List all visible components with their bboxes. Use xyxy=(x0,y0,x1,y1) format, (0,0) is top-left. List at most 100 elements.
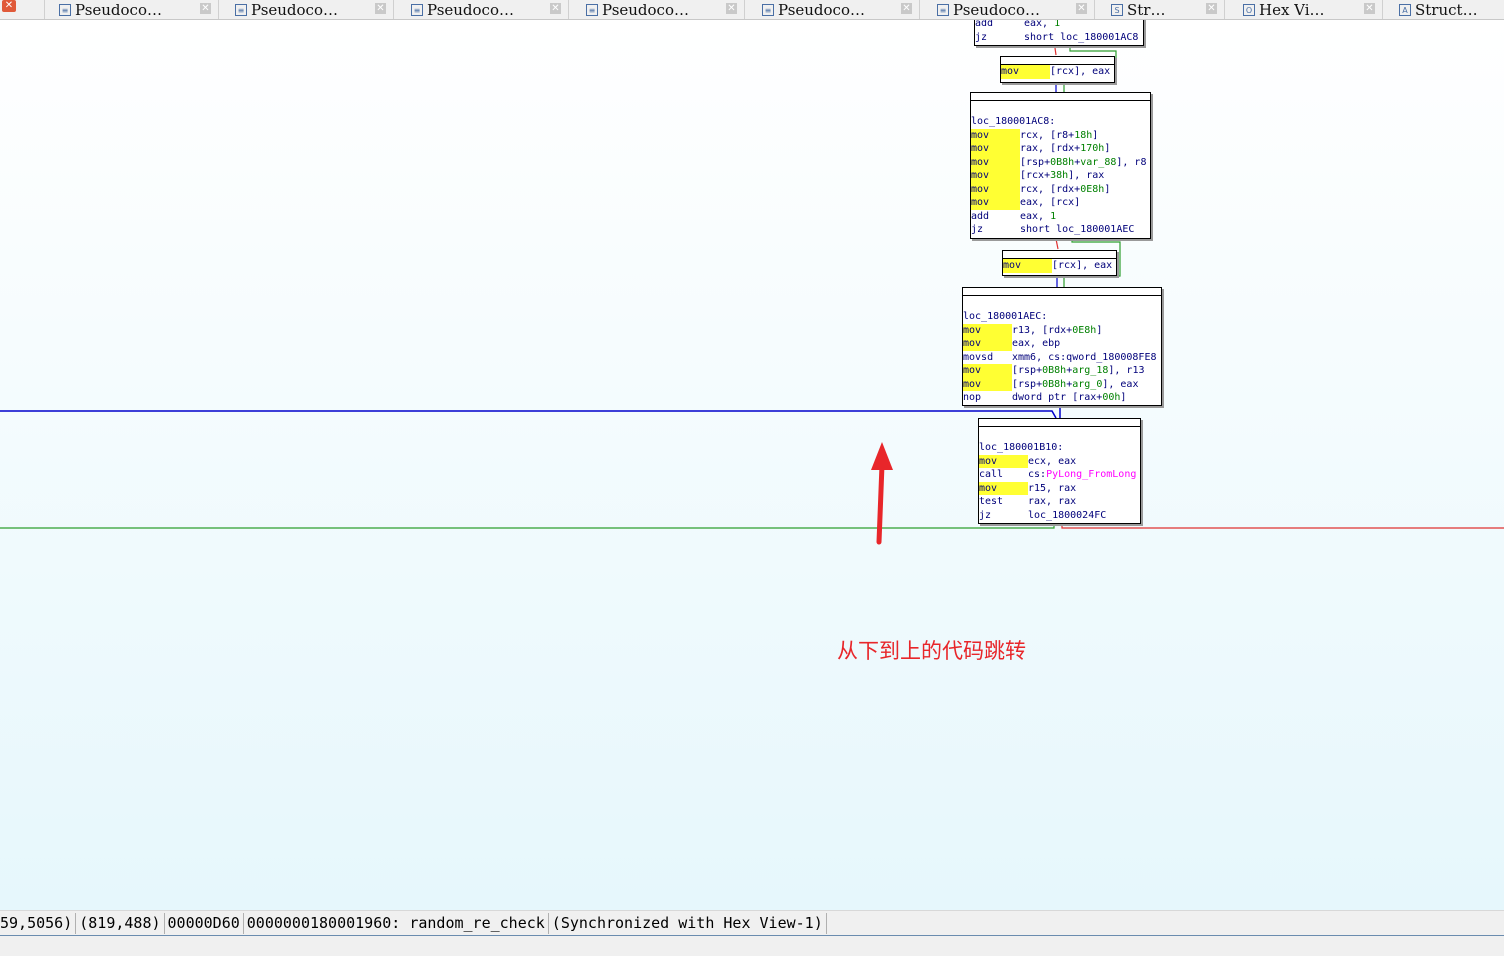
mnemonic[interactable]: mov xyxy=(963,323,1012,337)
instruction-line[interactable]: call cs:PyLong_FromLong xyxy=(979,468,1140,482)
operand[interactable]: r15, rax xyxy=(1028,483,1076,494)
tab-close-icon[interactable]: ✕ xyxy=(375,3,386,14)
code-block-node[interactable]: loc_180001B10: mov ecx, eax call cs:PyLong_F… xyxy=(978,418,1141,524)
tab-hex-view[interactable]: O Hex Vi… ✕ xyxy=(1224,0,1383,19)
operand[interactable]: ], rax xyxy=(1068,170,1104,181)
operand[interactable]: dword ptr [rax+ xyxy=(1012,392,1102,403)
code-block-node[interactable]: mov [rcx], eax xyxy=(1002,250,1117,276)
operand[interactable]: eax, ebp xyxy=(1012,338,1060,349)
label-text[interactable]: loc_180001B10: xyxy=(979,442,1063,453)
operand[interactable]: 0B8h xyxy=(1042,365,1066,376)
operand[interactable]: ] xyxy=(1104,143,1110,154)
instruction-line[interactable]: movsd xmm6, cs:qword_180008FE8 xyxy=(963,351,1161,365)
tab-pseudocode-5[interactable]: ≡ Pseudoco… ✕ xyxy=(744,0,920,19)
mnemonic[interactable]: mov xyxy=(963,377,1012,391)
operand[interactable]: 00h xyxy=(1102,392,1120,403)
instruction-line[interactable]: mov rax, [rdx+170h] xyxy=(971,142,1150,156)
tab-pseudocode-3[interactable]: ≡ Pseudoco… ✕ xyxy=(393,0,569,19)
operand[interactable]: [rcx], eax xyxy=(1052,260,1112,271)
mnemonic[interactable]: mov xyxy=(971,196,1020,210)
instruction-line[interactable]: mov [rsp+0B8h+arg_0], eax xyxy=(963,377,1161,391)
instruction-line[interactable]: jz loc_1800024FC xyxy=(979,509,1140,523)
code-block-node[interactable]: loc_180001AEC: mov r13, [rdx+0E8h] mov eax, … xyxy=(962,287,1162,406)
mnemonic[interactable]: mov xyxy=(979,454,1028,468)
operand[interactable]: eax, xyxy=(1024,20,1054,29)
instruction-line[interactable]: mov [rcx], eax xyxy=(1003,259,1116,273)
operand[interactable]: xmm6, cs:qword_180008FE8 xyxy=(1012,352,1157,363)
operand[interactable]: 0E8h xyxy=(1072,325,1096,336)
mnemonic[interactable]: mov xyxy=(1003,259,1052,273)
tab-pseudocode-4[interactable]: ≡ Pseudoco… ✕ xyxy=(568,0,745,19)
mnemonic[interactable]: movsd xyxy=(963,351,1012,365)
tab-close-icon[interactable]: ✕ xyxy=(1364,3,1375,14)
operand[interactable]: ] xyxy=(1104,184,1110,195)
code-label[interactable]: loc_180001AC8: xyxy=(971,115,1150,129)
operand[interactable]: eax, xyxy=(1020,211,1050,222)
mnemonic[interactable]: mov xyxy=(963,364,1012,378)
operand[interactable]: [rcx], eax xyxy=(1050,66,1110,77)
operand[interactable]: ] xyxy=(1096,325,1102,336)
operand[interactable]: cs: xyxy=(1028,469,1046,480)
operand[interactable]: 38h xyxy=(1050,170,1068,181)
tab-pseudocode-1[interactable]: ≡ Pseudoco… ✕ xyxy=(44,0,219,19)
instruction-line[interactable]: mov [rsp+0B8h+var_88], r8 xyxy=(971,155,1150,169)
code-block-node[interactable]: loc_180001AC8: mov rcx, [r8+18h] mov rax, [r… xyxy=(970,92,1151,239)
instruction-line[interactable]: add eax, 1 xyxy=(975,20,1143,31)
instruction-line[interactable]: mov [rcx+38h], rax xyxy=(971,169,1150,183)
mnemonic[interactable]: jz xyxy=(979,509,1028,523)
mnemonic[interactable]: mov xyxy=(971,128,1020,142)
mnemonic[interactable]: call xyxy=(979,468,1028,482)
operand[interactable]: ecx, eax xyxy=(1028,456,1076,467)
mnemonic[interactable]: add xyxy=(975,20,1024,31)
mnemonic[interactable]: mov xyxy=(971,182,1020,196)
code-label[interactable]: loc_180001AEC: xyxy=(963,310,1161,324)
instruction-line[interactable]: mov [rsp+0B8h+arg_18], r13 xyxy=(963,364,1161,378)
instruction-line[interactable]: test rax, rax xyxy=(979,495,1140,509)
instruction-line[interactable]: mov ecx, eax xyxy=(979,454,1140,468)
mnemonic[interactable]: jz xyxy=(971,223,1020,237)
label-text[interactable]: loc_180001AC8: xyxy=(971,116,1055,127)
operand[interactable]: rcx, [rdx+ xyxy=(1020,184,1080,195)
mnemonic[interactable]: mov xyxy=(971,169,1020,183)
instruction-line[interactable]: jz short loc_180001AEC xyxy=(971,223,1150,237)
operand[interactable]: 18h xyxy=(1074,130,1092,141)
operand[interactable]: ] xyxy=(1120,392,1126,403)
instruction-line[interactable]: mov eax, ebp xyxy=(963,337,1161,351)
tab-close-icon[interactable]: ✕ xyxy=(901,3,912,14)
operand[interactable]: PyLong_FromLong xyxy=(1046,469,1136,480)
instruction-line[interactable]: mov rcx, [r8+18h] xyxy=(971,128,1150,142)
tab-close-icon[interactable]: ✕ xyxy=(726,3,737,14)
tab-close-icon[interactable]: ✕ xyxy=(200,3,211,14)
operand[interactable]: ] xyxy=(1092,130,1098,141)
close-icon[interactable]: ✕ xyxy=(2,0,16,12)
operand[interactable]: arg_18 xyxy=(1072,365,1108,376)
operand[interactable]: [rsp+ xyxy=(1012,365,1042,376)
operand[interactable]: [rsp+ xyxy=(1012,379,1042,390)
operand[interactable]: rcx, [r8+ xyxy=(1020,130,1074,141)
operand[interactable]: short loc_180001AC8 xyxy=(1024,32,1138,43)
mnemonic[interactable]: mov xyxy=(1001,65,1050,79)
operand[interactable]: ], r8 xyxy=(1116,157,1146,168)
operand[interactable]: short loc_180001AEC xyxy=(1020,224,1134,235)
code-label[interactable]: loc_180001B10: xyxy=(979,441,1140,455)
instruction-line[interactable]: mov eax, [rcx] xyxy=(971,196,1150,210)
operand[interactable]: eax, [rcx] xyxy=(1020,197,1080,208)
tab-close-icon[interactable]: ✕ xyxy=(1206,3,1217,14)
operand[interactable]: loc_1800024FC xyxy=(1028,510,1106,521)
operand[interactable]: 170h xyxy=(1080,143,1104,154)
instruction-line[interactable]: jz short loc_180001AC8 xyxy=(975,31,1143,45)
tab-close-icon[interactable]: ✕ xyxy=(1076,3,1087,14)
mnemonic[interactable]: nop xyxy=(963,391,1012,405)
tab-strings[interactable]: S Str… ✕ xyxy=(1094,0,1225,19)
instruction-line[interactable]: mov r15, rax xyxy=(979,481,1140,495)
operand[interactable]: var_88 xyxy=(1080,157,1116,168)
operand[interactable]: 0E8h xyxy=(1080,184,1104,195)
operand[interactable]: 0B8h xyxy=(1042,379,1066,390)
mnemonic[interactable]: mov xyxy=(971,155,1020,169)
instruction-line[interactable]: mov r13, [rdx+0E8h] xyxy=(963,323,1161,337)
operand[interactable]: [rcx+ xyxy=(1020,170,1050,181)
instruction-line[interactable]: add eax, 1 xyxy=(971,210,1150,224)
mnemonic[interactable]: mov xyxy=(979,481,1028,495)
instruction-line[interactable]: mov rcx, [rdx+0E8h] xyxy=(971,182,1150,196)
operand[interactable]: 1 xyxy=(1054,20,1060,29)
